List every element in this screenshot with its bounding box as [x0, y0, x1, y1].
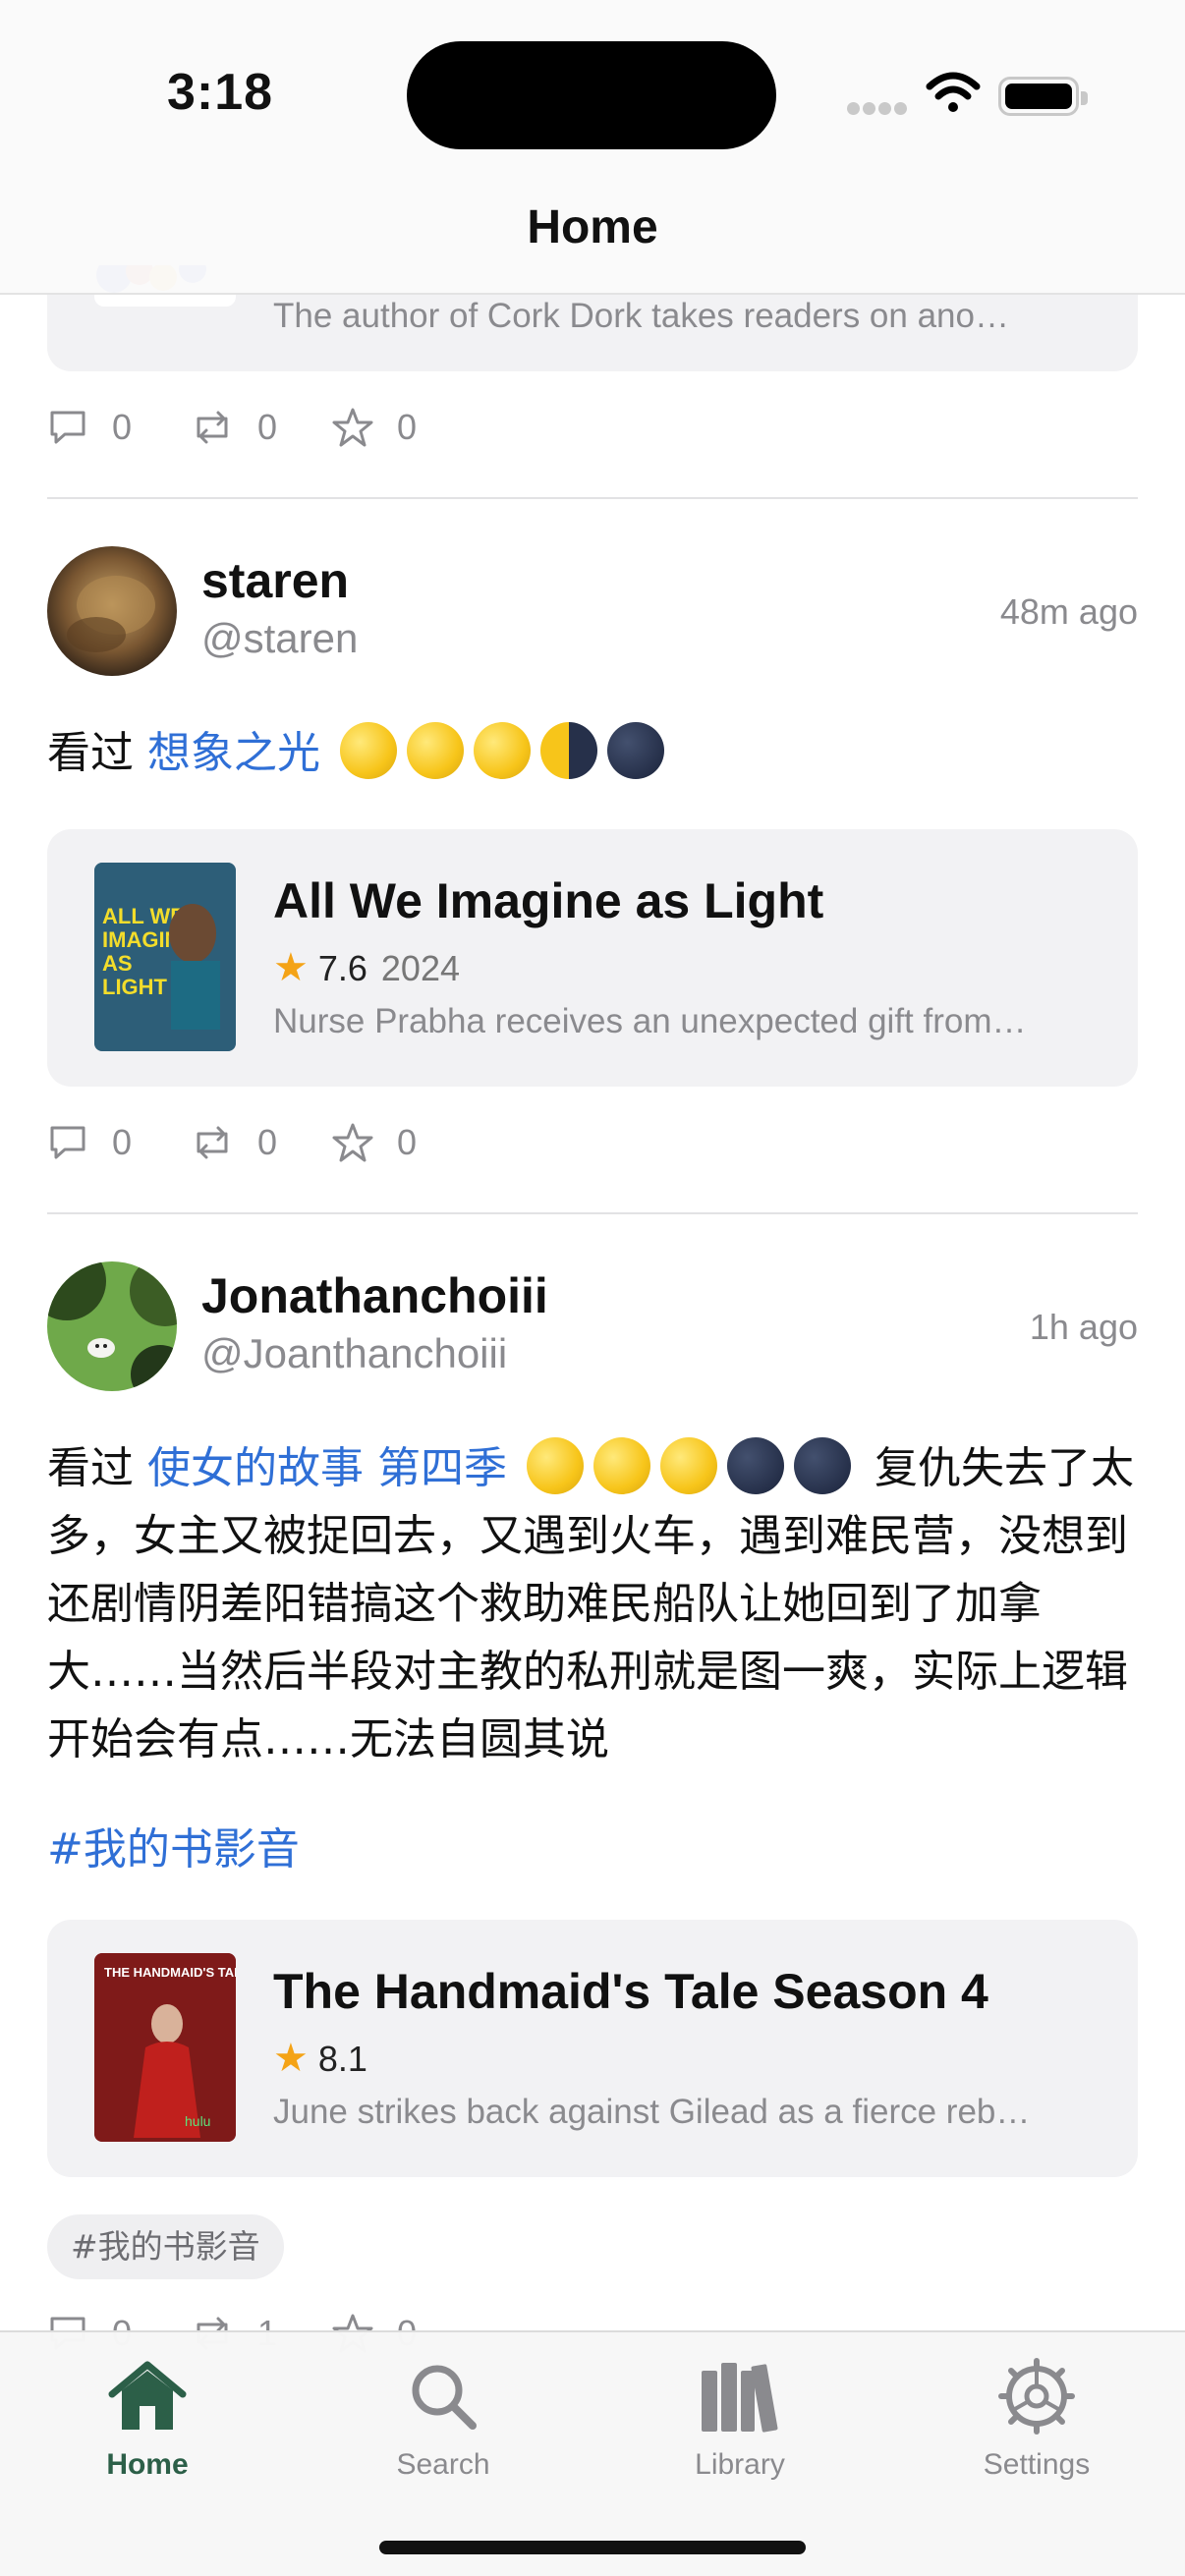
star-icon: [332, 1123, 373, 1162]
star-icon: [332, 408, 373, 447]
card-description: The author of Cork Dork takes readers on…: [273, 297, 1009, 335]
new-moon-icon: [794, 1437, 851, 1494]
item-description: June strikes back against Gilead as a fi…: [273, 2093, 1031, 2131]
full-moon-icon: [660, 1437, 717, 1494]
reply-icon: [50, 411, 85, 444]
full-moon-icon: [474, 722, 531, 779]
hashtag-link[interactable]: #我的书影音: [47, 1814, 300, 1876]
magnifier-icon: [345, 2352, 541, 2440]
timestamp: 48m ago: [999, 591, 1138, 632]
item-rating: 8.1: [317, 2039, 367, 2079]
item-title: All We Imagine as Light: [273, 873, 824, 928]
svg-text:LIGHT: LIGHT: [102, 975, 168, 999]
display-name[interactable]: Jonathanchoiii: [201, 1267, 548, 1324]
reply-icon: [50, 1126, 85, 1159]
dynamic-island: [407, 41, 776, 149]
tab-home[interactable]: Home: [49, 2352, 246, 2482]
item-title: The Handmaid's Tale Season 4: [273, 1964, 988, 2019]
item-rating: 7.6: [317, 948, 367, 988]
new-moon-icon: [727, 1437, 784, 1494]
svg-text:AS: AS: [102, 951, 133, 976]
poster-image: ALL WE IMAGINE AS LIGHT: [94, 863, 236, 1051]
post-header[interactable]: Jonathanchoiii @Joanthanchoiii 1h ago: [47, 1261, 1138, 1395]
svg-text:hulu: hulu: [185, 2113, 210, 2129]
home-indicator[interactable]: [379, 2541, 806, 2554]
avatar[interactable]: [47, 546, 177, 676]
item-card[interactable]: THE HANDMAID'S TALE hulu The Handmaid's T…: [47, 1920, 1138, 2177]
favorite-button[interactable]: 0: [332, 1122, 417, 1163]
item-meta: ★ 7.6 2024: [273, 945, 460, 990]
favorite-button[interactable]: 0: [332, 407, 417, 448]
books-icon: [642, 2352, 838, 2440]
timestamp: 1h ago: [1029, 1307, 1138, 1347]
repost-icon: [197, 411, 228, 444]
tab-bar: Home Search Library Settings: [0, 2330, 1185, 2576]
tag-pill[interactable]: #我的书影音: [47, 2214, 284, 2279]
repost-icon: [197, 1126, 228, 1159]
post-header[interactable]: staren @staren 48m ago: [47, 546, 1138, 680]
divider: [47, 497, 1138, 499]
tab-library[interactable]: Library: [642, 2352, 838, 2482]
tab-settings[interactable]: Settings: [938, 2352, 1135, 2482]
item-meta: ★ 8.1: [273, 2036, 367, 2081]
battery-icon: [998, 77, 1088, 116]
cellular-signal-icon: [847, 102, 910, 116]
full-moon-icon: [340, 722, 397, 779]
page-title: Home: [527, 201, 658, 253]
house-icon: [49, 2352, 246, 2440]
item-description: Nurse Prabha receives an unexpected gift…: [273, 1002, 1027, 1040]
svg-text:THE HANDMAID'S TALE: THE HANDMAID'S TALE: [104, 1965, 236, 1980]
half-moon-icon: [540, 722, 597, 779]
gear-icon: [938, 2352, 1135, 2440]
full-moon-icon: [407, 722, 464, 779]
new-moon-icon: [607, 722, 664, 779]
star-rating-icon: ★: [273, 2037, 309, 2080]
star-rating-icon: ★: [273, 946, 309, 989]
item-link[interactable]: 使女的故事 第四季: [147, 1443, 507, 1493]
poster-image: THE HANDMAID'S TALE hulu: [94, 1953, 236, 2142]
reply-button[interactable]: 0: [47, 407, 132, 448]
full-moon-icon: [593, 1437, 650, 1494]
user-handle[interactable]: @staren: [201, 615, 358, 662]
wifi-icon: [926, 72, 981, 112]
navigation-header: 3:18 Home: [0, 0, 1185, 295]
display-name[interactable]: staren: [201, 552, 349, 609]
boost-button[interactable]: 0: [191, 407, 277, 448]
full-moon-icon: [527, 1437, 584, 1494]
boost-button[interactable]: 0: [191, 1122, 277, 1163]
avatar[interactable]: [47, 1261, 177, 1391]
user-handle[interactable]: @Joanthanchoiii: [201, 1330, 507, 1377]
item-card[interactable]: ALL WE IMAGINE AS LIGHT All We Imagine as L…: [47, 829, 1138, 1087]
post-content: 看过 想象之光: [47, 719, 1138, 787]
post-content: 看过 使女的故事 第四季 复仇失去了太多，女主又被捉回去，又遇到火车，遇到难民营…: [47, 1434, 1138, 1773]
reply-button[interactable]: 0: [47, 1122, 132, 1163]
tab-search[interactable]: Search: [345, 2352, 541, 2482]
status-time: 3:18: [167, 64, 274, 121]
item-year: 2024: [380, 948, 460, 988]
divider: [47, 1212, 1138, 1214]
item-link[interactable]: 想象之光: [147, 728, 320, 778]
